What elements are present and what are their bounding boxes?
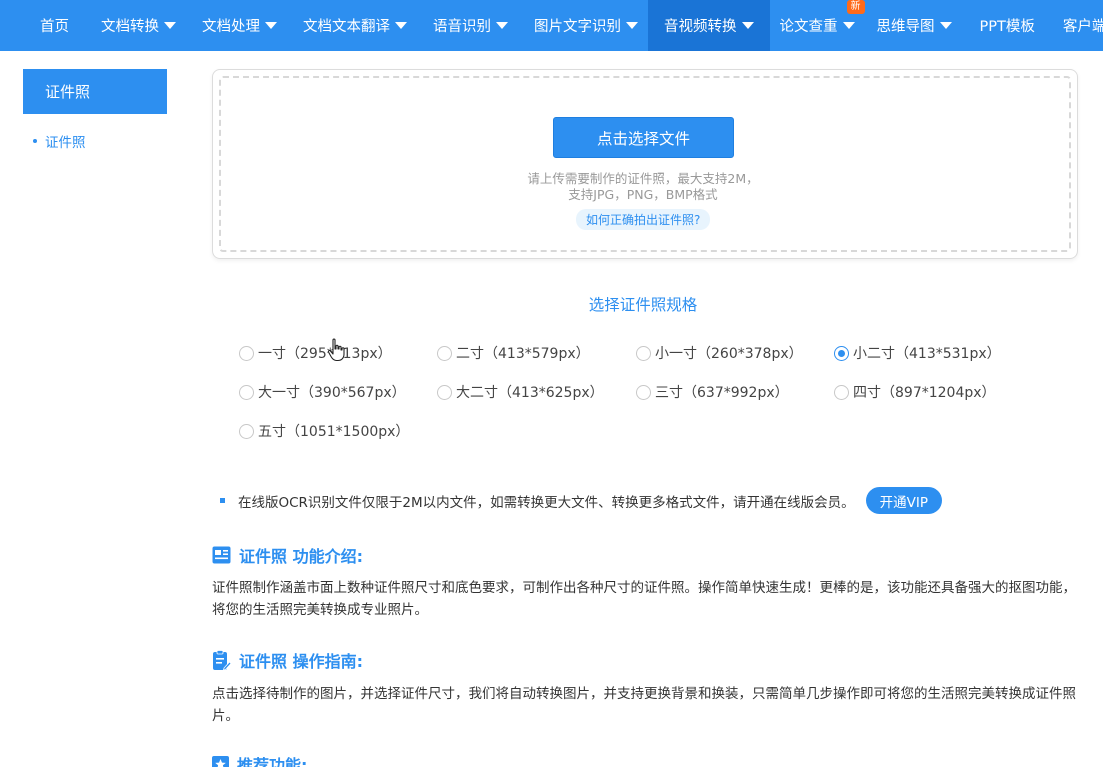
caret-down-icon: [395, 22, 407, 29]
spec-option-large-2cun[interactable]: 大二寸（413*625px）: [437, 382, 604, 402]
nav-label: 思维导图: [876, 19, 935, 35]
caret-down-icon: [626, 22, 638, 29]
radio-unchecked-icon[interactable]: [239, 345, 254, 361]
guide-heading: 证件照 操作指南:: [212, 648, 363, 672]
spec-option-large-1cun[interactable]: 大一寸（390*567px）: [239, 382, 406, 402]
nav-label: 语音识别: [433, 19, 491, 35]
nav-label: 文档转换: [101, 19, 159, 35]
nav-speech[interactable]: 语音识别: [417, 0, 524, 51]
spec-option-label: 大一寸（390*567px）: [258, 385, 406, 401]
radio-unchecked-icon[interactable]: [437, 384, 452, 400]
nav-label: 图片文字识别: [534, 19, 621, 35]
spec-option-label: 三寸（637*992px）: [655, 385, 789, 401]
radio-unchecked-icon[interactable]: [437, 345, 452, 361]
spec-option-label: 二寸（413*579px）: [456, 346, 590, 362]
bullet-square-icon: [220, 498, 225, 503]
guide-body: 点击选择待制作的图片，并选择证件尺寸，我们将自动转换图片，并支持更换背景和换装，…: [212, 686, 1076, 724]
spec-option-label: 一寸（295*413px）: [258, 346, 392, 362]
caret-down-icon: [939, 22, 952, 29]
caret-down-icon: [496, 22, 508, 29]
radio-unchecked-icon[interactable]: [834, 384, 849, 400]
spec-option-label: 四寸（897*1204px）: [853, 385, 996, 401]
spec-option-small-1cun[interactable]: 小一寸（260*378px）: [636, 343, 803, 363]
sidebar-item-id-photo[interactable]: 证件照: [33, 131, 86, 151]
intro-title: 证件照 功能介绍:: [239, 547, 363, 566]
spec-option-4cun[interactable]: 四寸（897*1204px）: [834, 382, 996, 402]
intro-heading: 证件照 功能介绍:: [212, 543, 363, 567]
spec-title: 选择证件照规格: [588, 296, 698, 314]
spec-option-label: 小二寸（413*531px）: [853, 346, 1001, 362]
radio-unchecked-icon[interactable]: [636, 384, 651, 400]
nav-paper-check[interactable]: 论文查重新: [764, 0, 871, 51]
recommend-title: 推荐功能:: [237, 756, 308, 767]
notice-row: 在线版OCR识别文件仅限于2M以内文件，如需转换更大文件、转换更多格式文件，请开…: [220, 487, 943, 514]
nav-doc-process[interactable]: 文档处理: [186, 0, 293, 51]
nav-label: 论文查重: [779, 19, 838, 35]
caret-down-icon: [164, 22, 176, 29]
nav-label: 文档文本翻译: [303, 19, 390, 35]
sidebar-title[interactable]: 证件照: [23, 69, 167, 114]
clipboard-edit-icon: [213, 649, 231, 671]
upload-area[interactable]: [212, 69, 1078, 259]
caret-down-icon: [842, 22, 855, 29]
spec-option-label: 小一寸（260*378px）: [655, 346, 803, 362]
howto-link[interactable]: 如何正确拍出证件照?: [576, 209, 711, 230]
open-vip-button[interactable]: 开通VIP: [865, 487, 943, 514]
nav-av-convert[interactable]: 音视频转换: [648, 0, 770, 51]
intro-body: 证件照制作涵盖市面上数种证件照尺寸和底色要求，可制作出各种尺寸的证件照。操作简单…: [212, 580, 1076, 618]
radio-unchecked-icon[interactable]: [636, 345, 651, 361]
sidebar-item-label: 证件照: [45, 135, 86, 151]
notice-text: 在线版OCR识别文件仅限于2M以内文件，如需转换更大文件、转换更多格式文件，请开…: [238, 494, 855, 511]
spec-option-label: 大二寸（413*625px）: [456, 385, 604, 401]
radio-checked-icon[interactable]: [834, 345, 849, 361]
nav-home[interactable]: 首页: [24, 0, 85, 51]
bullet-dot-icon: [33, 139, 37, 143]
spec-option-1cun[interactable]: 一寸（295*413px）: [239, 343, 392, 363]
nav-doc-convert[interactable]: 文档转换: [85, 0, 192, 51]
spec-option-small-2cun[interactable]: 小二寸（413*531px）: [834, 343, 1001, 363]
spec-option-label: 五寸（1051*1500px）: [258, 424, 410, 440]
caret-down-icon: [741, 22, 754, 29]
radio-unchecked-icon[interactable]: [239, 384, 254, 400]
upload-hint: 请上传需要制作的证件照，最大支持2M， 支持JPG，PNG，BMP格式: [443, 171, 843, 203]
spec-option-2cun[interactable]: 二寸（413*579px）: [437, 343, 590, 363]
upload-hint-line: 请上传需要制作的证件照，最大支持2M，: [527, 171, 759, 186]
nav-label: 客户端: [1062, 19, 1103, 35]
hand-cursor-icon: [327, 338, 345, 362]
nav-mindmap[interactable]: 思维导图: [861, 0, 968, 51]
spec-option-5cun[interactable]: 五寸（1051*1500px）: [239, 421, 409, 441]
select-file-button[interactable]: 点击选择文件: [553, 117, 734, 158]
caret-down-icon: [265, 22, 277, 29]
recommend-heading: 推荐功能:: [212, 752, 307, 767]
nav-label: 文档处理: [202, 19, 260, 35]
nav-label: PPT模板: [979, 19, 1035, 35]
star-icon: [212, 755, 229, 767]
top-nav: 首页 文档转换 文档处理 文档文本翻译 语音识别 图片文字识别 音视频转换 论文…: [0, 0, 1103, 51]
nav-label: 首页: [40, 19, 69, 35]
spec-option-3cun[interactable]: 三寸（637*992px）: [636, 382, 789, 402]
guide-title: 证件照 操作指南:: [239, 652, 363, 671]
radio-unchecked-icon[interactable]: [239, 423, 254, 439]
document-icon: [212, 546, 231, 564]
nav-label: 音视频转换: [664, 19, 737, 35]
nav-image-ocr[interactable]: 图片文字识别: [518, 0, 654, 51]
upload-hint-line: 支持JPG，PNG，BMP格式: [568, 187, 718, 202]
nav-client[interactable]: 客户端: [1047, 0, 1103, 51]
nav-ppt[interactable]: PPT模板: [964, 0, 1051, 51]
nav-doc-translate[interactable]: 文档文本翻译: [287, 0, 423, 51]
